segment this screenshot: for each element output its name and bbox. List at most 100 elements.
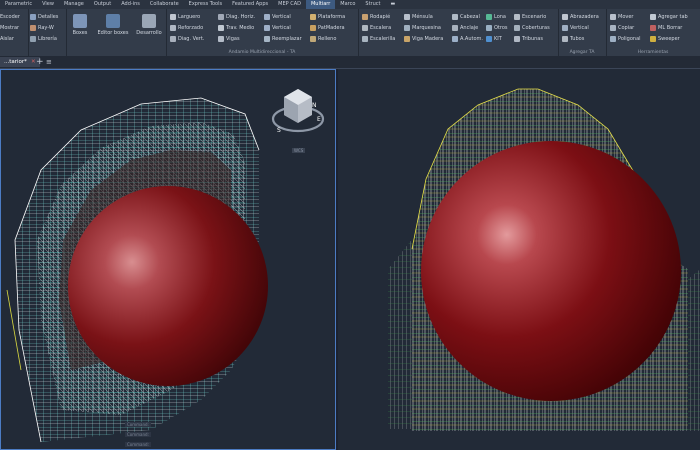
ribbon-panel-herramientas: Mover Copiar Poligonal Agregar tab ML Bo…	[606, 9, 700, 56]
abrazadera-button[interactable]: Abrazadera	[562, 12, 599, 21]
vertical-button-2[interactable]: Vertical	[264, 23, 291, 32]
sphere-right	[421, 141, 681, 401]
menu-tab-output[interactable]: Output	[89, 0, 116, 9]
mover-button[interactable]: Mover	[610, 12, 633, 21]
menu-tab-view[interactable]: View	[37, 0, 59, 9]
kit-icon	[486, 35, 492, 42]
diag-vert-button[interactable]: Diag. Vert.	[170, 34, 204, 43]
ribbon: Escoder Mostrar Aislar Detalles Ray-W Li…	[0, 9, 700, 57]
otros-button[interactable]: Otros	[486, 23, 508, 32]
copiar-button[interactable]: Copiar	[610, 23, 634, 32]
trav-medio-button[interactable]: Trav. Medio	[218, 23, 254, 32]
marquesina-icon	[404, 24, 410, 31]
menu-tab-express[interactable]: Express Tools	[184, 0, 227, 9]
kit-button[interactable]: KIT	[486, 34, 502, 43]
reforzado-button[interactable]: Reforzado	[170, 23, 203, 32]
a-autom-button[interactable]: A.Autom.	[452, 34, 483, 43]
vertical-icon	[264, 24, 270, 31]
menu-tab-mepcad[interactable]: MEP CAD	[273, 0, 306, 9]
escalerilla-button[interactable]: Escalerilla	[362, 34, 395, 43]
ray-icon	[30, 24, 36, 31]
menu-tab-addins[interactable]: Add-ins	[116, 0, 145, 9]
menu-tab-parametric[interactable]: Parametric	[0, 0, 37, 9]
tab-menu-icon[interactable]: ≡	[46, 56, 52, 68]
ribbon-panel-accessories: Rodapié Escalera Escalerilla Ménsula Mar…	[358, 9, 559, 56]
trav-medio-icon	[218, 24, 224, 31]
reemplazar-button[interactable]: Reemplazar	[264, 34, 302, 43]
diag-horiz-icon	[218, 13, 224, 20]
editor-boxes-button[interactable]: Editor boxes	[96, 11, 130, 36]
sweeper-button[interactable]: Sweeper	[650, 34, 680, 43]
cabezal-button[interactable]: Cabezal	[452, 12, 480, 21]
new-tab-plus-icon[interactable]: +	[36, 56, 44, 68]
escenario-button[interactable]: Escenario	[514, 12, 546, 21]
viga-madera-icon	[404, 35, 410, 42]
tubos-button[interactable]: Tubos	[562, 34, 584, 43]
viewport-right[interactable]	[338, 69, 700, 450]
sweeper-icon	[650, 35, 656, 42]
desarrollo-button[interactable]: Desarrollo	[134, 11, 164, 36]
tubos-icon	[562, 35, 568, 42]
document-tab[interactable]: ...tarior* ✕	[0, 57, 40, 67]
coberturas-button[interactable]: Coberturas	[514, 23, 550, 32]
plataforma-icon	[310, 13, 316, 20]
agregar-tab-button[interactable]: Agregar tab	[650, 12, 688, 21]
patmadera-icon	[310, 24, 316, 31]
menu-overflow-icon[interactable]: ▬	[386, 0, 401, 9]
document-tab-label: ...tarior*	[4, 59, 27, 65]
menu-tab-struct[interactable]: Struct	[360, 0, 385, 9]
plataforma-button[interactable]: Plataforma	[310, 12, 345, 21]
viga-madera-button[interactable]: Viga Madera	[404, 34, 443, 43]
ml-borrar-button[interactable]: ML Borrar	[650, 23, 682, 32]
rodapie-button[interactable]: Rodapié	[362, 12, 390, 21]
menu-tab-multiarr[interactable]: Multiarr	[305, 0, 336, 9]
copy-icon	[610, 24, 616, 31]
library-icon	[30, 35, 36, 42]
desarrollo-icon	[142, 14, 156, 28]
relleno-button[interactable]: Relleno	[310, 34, 336, 43]
mensula-icon	[404, 13, 410, 20]
wcs-menu[interactable]: WCS	[292, 148, 306, 153]
marquesina-button[interactable]: Marquesina	[404, 23, 441, 32]
scaffold-3d-drawing: S E N	[6, 89, 325, 443]
close-icon[interactable]: ✕	[31, 59, 36, 65]
larguero-button[interactable]: Larguero	[170, 12, 200, 21]
menu-tab-marco[interactable]: Marco	[335, 0, 360, 9]
menu-tab-featured[interactable]: Featured Apps	[227, 0, 273, 9]
polygon-icon	[610, 35, 616, 42]
panel-title-agregar: Agregar TA	[569, 50, 595, 55]
boxes-button[interactable]: Boxes	[66, 11, 94, 36]
ribbon-panel-boxes: Boxes Editor boxes Desarrollo	[66, 9, 167, 56]
command-line-1: Command:	[125, 422, 151, 427]
ribbon-panel-details: Detalles Ray-W Librería	[28, 9, 67, 56]
menu-tab-manage[interactable]: Manage	[59, 0, 89, 9]
aislar-button[interactable]: Aislar	[0, 34, 14, 43]
patmadera-button[interactable]: PatMadera	[310, 23, 345, 32]
otros-icon	[486, 24, 492, 31]
relleno-icon	[310, 35, 316, 42]
menu-tab-collaborate[interactable]: Collaborate	[145, 0, 184, 9]
poligonal-button[interactable]: Poligonal	[610, 34, 641, 43]
detalles-button[interactable]: Detalles	[30, 12, 58, 21]
menu-bar: Parametric View Manage Output Add-ins Co…	[0, 0, 700, 9]
mensula-button[interactable]: Ménsula	[404, 12, 433, 21]
anclaje-button[interactable]: Anclaje	[452, 23, 478, 32]
delete-icon	[650, 24, 656, 31]
ray-w-button[interactable]: Ray-W	[30, 23, 54, 32]
vertical-button-1[interactable]: Vertical	[264, 12, 291, 21]
tribunas-button[interactable]: Tribunas	[514, 34, 543, 43]
view-cube[interactable]: S E N	[271, 89, 325, 134]
viewport-left[interactable]: S E N WCS Command: Command: Command:	[0, 69, 336, 450]
libreria-button[interactable]: Librería	[30, 34, 57, 43]
panel-title-herramientas: Herramientas	[637, 50, 669, 55]
escoder-button[interactable]: Escoder	[0, 12, 20, 21]
details-icon	[30, 13, 36, 20]
vertical-add-button[interactable]: Vertical	[562, 23, 589, 32]
lona-button[interactable]: Lona	[486, 12, 506, 21]
vigas-button[interactable]: Vigas	[218, 34, 240, 43]
escalera-button[interactable]: Escalera	[362, 23, 391, 32]
reforzado-icon	[170, 24, 176, 31]
diag-horiz-button[interactable]: Diag. Horiz.	[218, 12, 255, 21]
move-icon	[610, 13, 616, 20]
mostrar-button[interactable]: Mostrar	[0, 23, 19, 32]
